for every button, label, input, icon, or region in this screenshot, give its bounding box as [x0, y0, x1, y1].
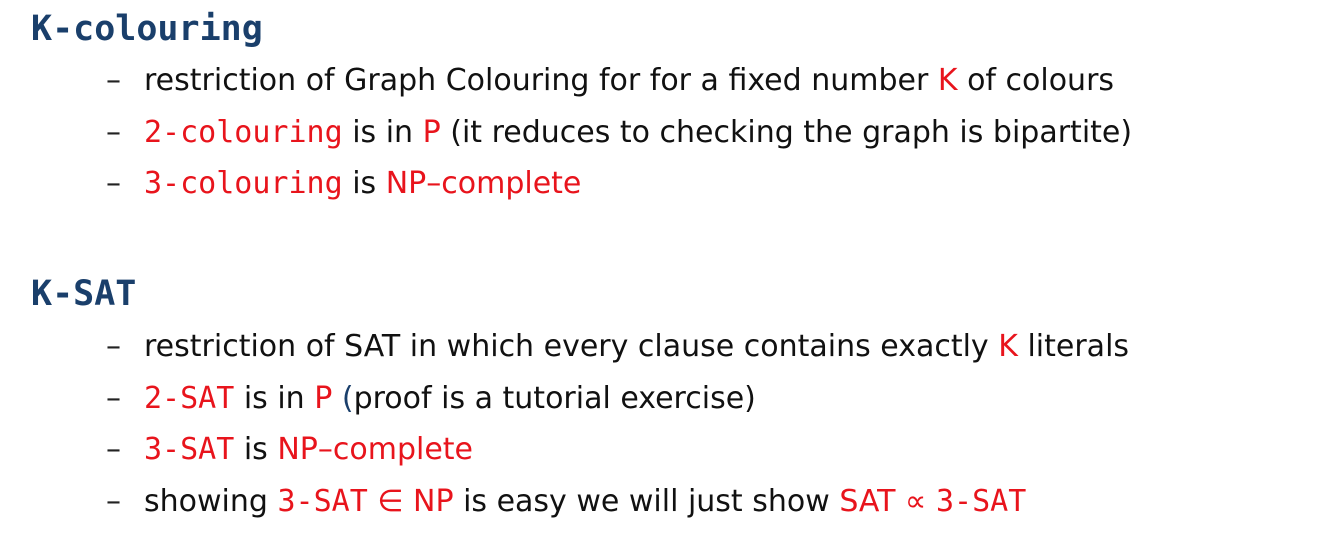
k-colouring-title-text: K-colouring: [31, 9, 263, 49]
highlight-3-colouring: 3-colouring: [144, 166, 343, 201]
highlight-p: P: [422, 114, 441, 150]
item-text: proof is a tutorial exercise): [353, 380, 756, 416]
highlight-3-sat: 3-SAT: [935, 483, 1027, 519]
list-item: – 3-SAT is NP–complete: [106, 424, 1129, 476]
highlight-np: NP: [413, 483, 454, 519]
k-sat-title-text: K-SAT: [31, 274, 137, 314]
item-text: is easy we will just show: [453, 483, 840, 519]
list-item: – 2-SAT is in P (proof is a tutorial exe…: [106, 373, 1129, 425]
highlight-3-sat: 3-SAT: [277, 483, 368, 519]
list-item: – 3-colouring is NP–complete: [106, 158, 1132, 210]
section-title-k-sat: K-SAT: [31, 274, 136, 314]
dash-bullet: –: [106, 114, 121, 150]
highlight-k: K: [998, 329, 1018, 364]
highlight-p: P: [314, 380, 333, 416]
highlight-sat: SAT: [839, 483, 896, 519]
list-item: – restriction of Graph Colouring for for…: [106, 55, 1132, 107]
element-of-symbol: ∈: [367, 483, 413, 519]
item-text: restriction of SAT in which every clause…: [144, 329, 999, 364]
list-item: – showing 3-SAT ∈ NP is easy we will jus…: [106, 476, 1129, 528]
item-text: is in: [234, 380, 315, 416]
highlight-k: K: [937, 63, 958, 98]
highlight-2-colouring: 2-colouring: [144, 114, 343, 150]
list-item: – 2-colouring is in P (it reduces to che…: [106, 107, 1132, 159]
paren-open: (: [332, 380, 354, 416]
dash-bullet: –: [106, 166, 121, 201]
item-text: of colours: [957, 63, 1115, 98]
k-sat-list: – restriction of SAT in which every clau…: [106, 321, 1129, 527]
dash-bullet: –: [106, 380, 121, 416]
item-text: restriction of Graph Colouring for for a…: [144, 63, 938, 98]
dash-bullet: –: [106, 432, 121, 467]
slide: K-colouring – restriction of Graph Colou…: [0, 0, 1321, 556]
highlight-2-sat: 2-SAT: [144, 380, 235, 416]
k-colouring-list: – restriction of Graph Colouring for for…: [106, 55, 1132, 210]
highlight-np-complete: NP–complete: [277, 432, 474, 467]
highlight-3-sat: 3-SAT: [144, 432, 235, 467]
proportional-to-symbol: ∝: [895, 483, 936, 519]
item-text: is: [234, 432, 278, 467]
list-item: – restriction of SAT in which every clau…: [106, 321, 1129, 373]
dash-bullet: –: [106, 329, 121, 364]
dash-bullet: –: [106, 63, 121, 98]
item-text: literals: [1017, 329, 1130, 364]
section-title-k-colouring: K-colouring: [31, 9, 263, 49]
dash-bullet: –: [106, 483, 121, 519]
item-text: showing: [144, 483, 278, 519]
item-text: is in: [342, 114, 423, 150]
item-text: (it reduces to checking the graph is bip…: [440, 114, 1133, 150]
highlight-np-complete: NP–complete: [385, 166, 582, 201]
item-text: is: [342, 166, 386, 201]
